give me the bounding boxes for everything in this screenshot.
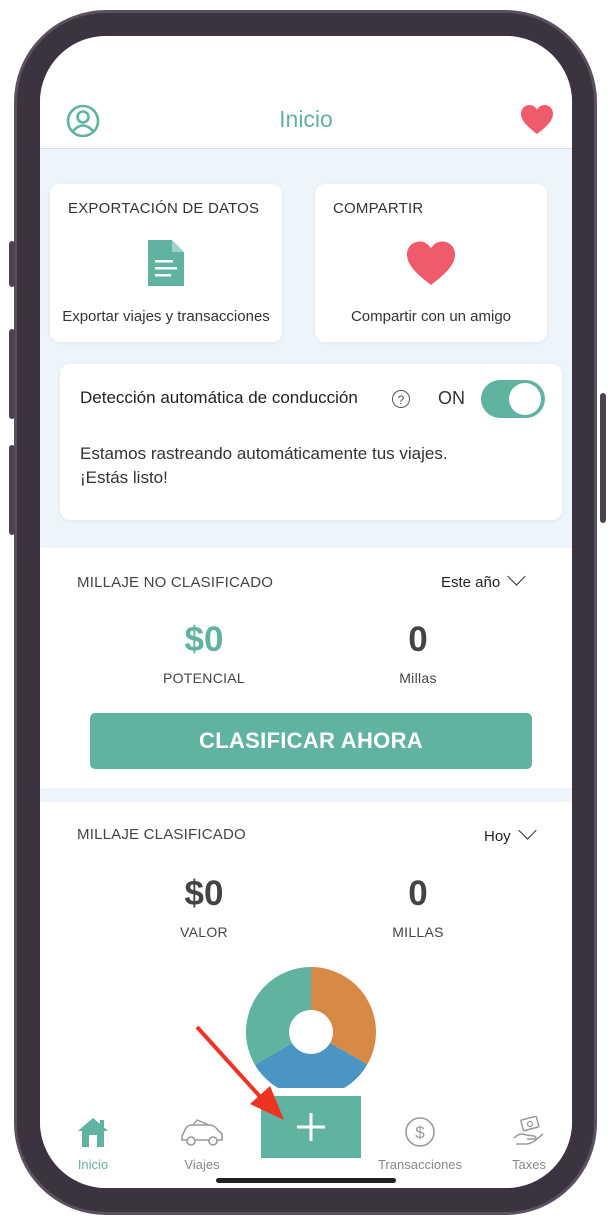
- auto-detection-card: Detección automática de conducción ? ON …: [60, 364, 562, 520]
- unclassified-miles-value: 0: [408, 620, 428, 659]
- tab-label: Inicio: [77, 1157, 109, 1172]
- classified-mileage-section: MILLAJE CLASIFICADO Hoy $0 VALOR 0 MILLA…: [40, 802, 572, 1102]
- power-button: [600, 393, 606, 523]
- share-card[interactable]: COMPARTIR Compartir con un amigo: [315, 184, 547, 342]
- export-card-subtitle: Exportar viajes y transacciones: [62, 308, 270, 325]
- potential-value: $0: [184, 620, 224, 659]
- tab-taxes[interactable]: Taxes: [484, 1115, 572, 1172]
- period-label: Hoy: [484, 828, 511, 845]
- period-label: Este año: [441, 574, 501, 591]
- share-card-subtitle: Compartir con un amigo: [350, 308, 512, 325]
- svg-text:$: $: [415, 1123, 425, 1142]
- classified-label: MILLAJE CLASIFICADO: [77, 826, 246, 843]
- side-button: [9, 241, 15, 287]
- classified-value: $0: [184, 874, 224, 913]
- dollar-icon: $: [405, 1117, 435, 1147]
- tab-label: Viajes: [184, 1157, 220, 1172]
- toggle-state-label: ON: [438, 388, 465, 408]
- auto-detection-title: Detección automática de conducción: [80, 388, 358, 407]
- period-dropdown[interactable]: Este año: [441, 567, 526, 591]
- share-card-heading: COMPARTIR: [333, 200, 424, 217]
- potential-caption: POTENCIAL: [162, 670, 246, 686]
- home-indicator: [216, 1178, 396, 1183]
- heart-icon[interactable]: [520, 104, 554, 136]
- classified-miles-caption: MILLAS: [392, 924, 444, 940]
- classify-now-button[interactable]: CLASIFICAR AHORA: [90, 713, 532, 769]
- tab-transacciones[interactable]: $ Transacciones: [374, 1116, 466, 1172]
- tab-viajes[interactable]: Viajes: [157, 1116, 247, 1172]
- auto-detection-toggle[interactable]: [481, 380, 545, 418]
- home-icon: [78, 1118, 108, 1147]
- unclassified-mileage-section: MILLAJE NO CLASIFICADO Este año $0 POTEN…: [40, 548, 572, 788]
- tab-inicio[interactable]: Inicio: [48, 1116, 138, 1172]
- message-line: Estamos rastreando automáticamente tus v…: [80, 444, 448, 463]
- car-icon: [181, 1119, 223, 1146]
- export-data-card[interactable]: EXPORTACIÓN DE DATOS Exportar viajes y t…: [50, 184, 282, 342]
- plus-icon: [297, 1113, 325, 1141]
- hand-money-icon: [513, 1115, 544, 1145]
- document-icon: [148, 240, 184, 286]
- message-line: ¡Estás listo!: [80, 468, 168, 487]
- auto-detection-message: Estamos rastreando automáticamente tus v…: [80, 442, 520, 490]
- unclassified-label: MILLAJE NO CLASIFICADO: [77, 574, 274, 591]
- app-header: Inicio: [40, 36, 572, 149]
- volume-down-button: [9, 445, 15, 535]
- chevron-down-icon: [507, 567, 526, 586]
- tab-label: Transacciones: [377, 1157, 463, 1172]
- tab-label: Taxes: [512, 1157, 546, 1172]
- export-card-heading: EXPORTACIÓN DE DATOS: [68, 200, 260, 217]
- chevron-down-icon: [517, 821, 537, 840]
- toggle-knob: [509, 383, 541, 415]
- add-button[interactable]: [261, 1096, 361, 1158]
- help-icon[interactable]: ?: [392, 390, 410, 408]
- unclassified-miles-caption: Millas: [399, 670, 437, 686]
- volume-up-button: [9, 329, 15, 419]
- classified-miles-value: 0: [408, 874, 428, 913]
- app-screen: Inicio EXPORTACIÓN DE DATOS Exportar via…: [40, 36, 572, 1188]
- mileage-donut-chart: [246, 967, 376, 1097]
- classified-value-caption: VALOR: [180, 924, 228, 940]
- period-dropdown[interactable]: Hoy: [484, 821, 537, 845]
- heart-icon: [407, 241, 455, 285]
- page-title: Inicio: [279, 106, 333, 132]
- donut-hole: [289, 1010, 333, 1054]
